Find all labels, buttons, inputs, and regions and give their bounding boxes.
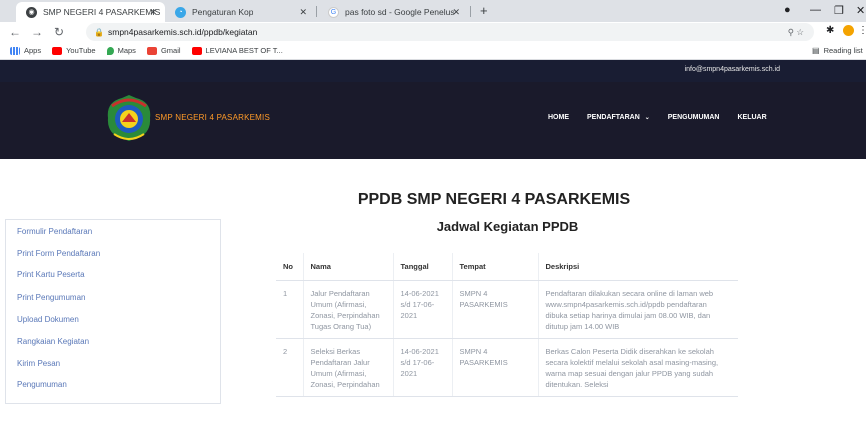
nav-label: PENDAFTARAN xyxy=(587,114,640,121)
schedule-title: Jadwal Kegiatan PPDB xyxy=(436,219,579,234)
sidebar-item-print-pengumuman[interactable]: Print Pengumuman xyxy=(17,293,85,302)
nav-keluar[interactable]: KELUAR xyxy=(737,114,766,121)
column-header: Nama xyxy=(303,253,394,281)
menu-icon[interactable]: ⋮ xyxy=(858,25,866,36)
nav-home[interactable]: HOME xyxy=(548,114,569,121)
apps-grid-icon xyxy=(10,46,20,55)
cell-nama: Seleksi Berkas Pendaftaran Jalur Umum (A… xyxy=(303,338,394,397)
extensions-icon[interactable]: ✱ xyxy=(826,25,834,36)
lock-icon: 🔒 xyxy=(94,28,104,37)
sidebar-menu: Formulir Pendaftaran Print Form Pendafta… xyxy=(5,219,221,404)
tab-divider xyxy=(470,6,471,17)
bookmark-apps[interactable]: Apps xyxy=(10,46,41,55)
column-header: Tempat xyxy=(452,253,539,281)
sidebar-item-formulir[interactable]: Formulir Pendaftaran xyxy=(17,227,92,236)
cell-deskripsi: Pendaftaran dilakukan secara online di l… xyxy=(538,280,738,339)
back-icon[interactable]: ← xyxy=(4,25,26,39)
reading-list-icon: ▤ xyxy=(812,46,820,55)
cell-nama: Jalur Pendaftaran Umum (Afirmasi, Zonasi… xyxy=(303,280,394,339)
close-tab-icon[interactable]: ✕ xyxy=(299,7,307,18)
schedule-table: No Nama Tanggal Tempat Deskripsi 1 Jalur… xyxy=(276,253,738,397)
new-tab-button[interactable]: + xyxy=(480,3,488,18)
maps-pin-icon xyxy=(106,46,114,55)
address-bar[interactable]: 🔒 smpn4pasarkemis.sch.id/ppdb/kegiatan ⚲… xyxy=(86,23,814,41)
cell-tanggal: 14-06-2021 s/d 17-06-2021 xyxy=(393,280,453,339)
page-title: PPDB SMP NEGERI 4 PASARKEMIS xyxy=(0,191,866,209)
youtube-icon xyxy=(191,46,202,55)
close-tab-icon[interactable]: ✕ xyxy=(149,7,157,18)
site-favicon-icon: ◔ xyxy=(175,6,186,18)
bookmark-label: Apps xyxy=(24,46,42,55)
nav-pendaftaran[interactable]: PENDAFTARAN ⌄ xyxy=(587,114,650,121)
tab-title: SMP NEGERI 4 PASARKEMIS xyxy=(43,7,161,17)
globe-icon: ◉ xyxy=(26,6,37,18)
sidebar-item-kirim-pesan[interactable]: Kirim Pesan xyxy=(17,359,60,368)
cell-deskripsi: Berkas Calon Peserta Didik diserahkan ke… xyxy=(538,338,738,397)
tab-title: pas foto sd - Google Penelusuran xyxy=(345,7,455,17)
chevron-down-icon: ⌄ xyxy=(644,115,650,121)
tab-pengaturan-kop[interactable]: ◔ Pengaturan Kop ✕ xyxy=(165,2,315,22)
cell-no: 2 xyxy=(276,338,304,397)
gmail-icon xyxy=(146,46,157,55)
bookmark-label: LEVIANA BEST OF T... xyxy=(205,46,283,55)
cell-tempat: SMPN 4 PASARKEMIS xyxy=(452,338,539,397)
search-icon[interactable]: ⚲ ☆ xyxy=(788,27,804,38)
tab-divider xyxy=(316,6,317,17)
tab-google-search[interactable]: G pas foto sd - Google Penelusuran ✕ xyxy=(318,2,468,22)
avatar[interactable] xyxy=(843,25,854,36)
sidebar-item-print-form[interactable]: Print Form Pendaftaran xyxy=(17,249,100,258)
page-title-text: PPDB SMP NEGERI 4 PASARKEMIS xyxy=(357,191,631,208)
school-logo-icon[interactable] xyxy=(104,92,154,144)
main-nav: HOME PENDAFTARAN ⌄ PENGUMUMAN KELUAR xyxy=(548,114,785,121)
cell-no: 1 xyxy=(276,280,304,339)
contact-email[interactable]: info@smpn4pasarkemis.sch.id xyxy=(685,66,780,73)
minimize-icon[interactable]: — xyxy=(810,4,821,16)
site-topbar: info@smpn4pasarkemis.sch.id xyxy=(0,60,866,82)
browser-toolbar: ← → ↻ 🔒 smpn4pasarkemis.sch.id/ppdb/kegi… xyxy=(0,22,866,42)
sidebar-item-pengumuman[interactable]: Pengumuman xyxy=(17,380,67,389)
bookmarks-bar: Apps YouTube Maps Gmail LEVIANA BEST OF … xyxy=(0,42,866,60)
profile-dot-icon[interactable]: ● xyxy=(784,4,791,16)
bookmark-youtube[interactable]: YouTube xyxy=(52,46,96,55)
sidebar-item-upload[interactable]: Upload Dokumen xyxy=(17,315,79,324)
tab-smp-negeri[interactable]: ◉ SMP NEGERI 4 PASARKEMIS ✕ xyxy=(16,2,165,22)
brand-name[interactable]: SMP NEGERI 4 PASARKEMIS xyxy=(155,113,270,122)
tab-title: Pengaturan Kop xyxy=(192,7,254,17)
url-text: smpn4pasarkemis.sch.id/ppdb/kegiatan xyxy=(108,27,258,37)
site-header: SMP NEGERI 4 PASARKEMIS HOME PENDAFTARAN… xyxy=(0,82,866,159)
sidebar-item-rangkaian[interactable]: Rangkaian Kegiatan xyxy=(17,337,89,346)
reading-list-label: Reading list xyxy=(823,46,863,55)
sidebar-item-print-kartu[interactable]: Print Kartu Peserta xyxy=(17,270,85,279)
close-tab-icon[interactable]: ✕ xyxy=(452,7,460,18)
maximize-icon[interactable]: ❐ xyxy=(834,4,844,17)
nav-pengumuman[interactable]: PENGUMUMAN xyxy=(668,114,720,121)
reload-icon[interactable]: ↻ xyxy=(48,25,70,39)
cell-tempat: SMPN 4 PASARKEMIS xyxy=(452,280,539,339)
table-row: 1 Jalur Pendaftaran Umum (Afirmasi, Zona… xyxy=(276,280,738,339)
reading-list[interactable]: ▤ Reading list xyxy=(812,46,863,55)
close-window-icon[interactable]: ✕ xyxy=(856,4,865,17)
bookmark-label: Maps xyxy=(117,46,136,55)
table-row: 2 Seleksi Berkas Pendaftaran Jalur Umum … xyxy=(276,338,738,397)
column-header: No xyxy=(276,253,304,281)
bookmark-label: Gmail xyxy=(160,46,181,55)
forward-icon[interactable]: → xyxy=(26,25,48,39)
bookmark-leviana[interactable]: LEVIANA BEST OF T... xyxy=(191,46,283,55)
table-header-row: No Nama Tanggal Tempat Deskripsi xyxy=(276,253,738,281)
google-icon: G xyxy=(328,6,339,18)
bookmark-label: YouTube xyxy=(66,46,96,55)
youtube-icon xyxy=(52,46,63,55)
bookmark-gmail[interactable]: Gmail xyxy=(146,46,181,55)
browser-tabstrip: ◉ SMP NEGERI 4 PASARKEMIS ✕ ◔ Pengaturan… xyxy=(0,0,866,22)
column-header: Tanggal xyxy=(393,253,453,281)
cell-tanggal: 14-06-2021 s/d 17-06-2021 xyxy=(393,338,453,397)
bookmark-maps[interactable]: Maps xyxy=(106,46,136,55)
column-header: Deskripsi xyxy=(538,253,738,281)
